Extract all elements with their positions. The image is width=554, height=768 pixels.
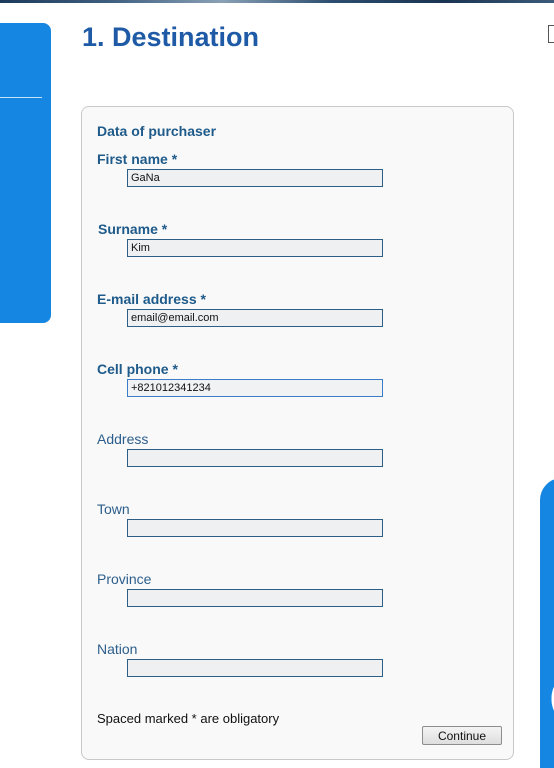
top-banner-strip [0,0,554,3]
address-label: Address [97,431,149,447]
address-field[interactable] [127,449,383,467]
town-field[interactable] [127,519,383,537]
cell-phone-label: Cell phone * [97,361,178,377]
left-sidebar-panel [0,23,51,323]
nation-field[interactable] [127,659,383,677]
first-name-field[interactable] [127,169,383,187]
town-label: Town [97,501,130,517]
surname-label: Surname * [98,221,168,237]
section-title: Data of purchaser [97,123,217,139]
email-field[interactable] [127,309,383,327]
cell-phone-field[interactable] [127,379,383,397]
right-sidebar-panel: ( [540,478,554,768]
province-label: Province [97,571,152,587]
purchaser-form: Data of purchaser First name * Surname *… [81,106,514,760]
nation-label: Nation [97,641,138,657]
first-name-label: First name * [97,151,178,167]
page-title: 1. Destination [82,22,260,52]
required-fields-note: Spaced marked * are obligatory [97,711,280,726]
corner-checkbox[interactable] [548,25,554,43]
email-label: E-mail address * [97,291,206,307]
continue-button[interactable]: Continue [422,726,502,745]
sidebar-divider [0,97,42,98]
partial-icon: ( [549,676,554,716]
surname-field[interactable] [127,239,383,257]
province-field[interactable] [127,589,383,607]
